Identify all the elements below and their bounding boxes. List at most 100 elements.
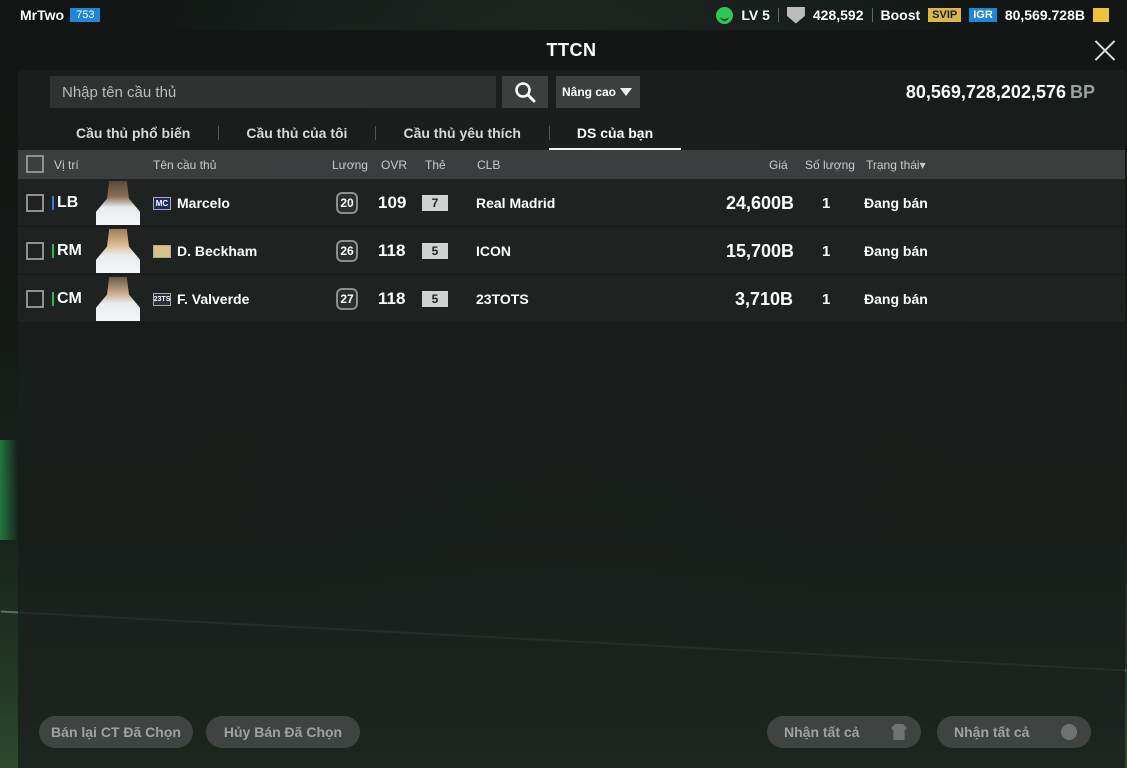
salary-badge: 26 — [336, 240, 358, 262]
position-color-bar — [52, 196, 54, 210]
svip-badge: SVIP — [928, 8, 962, 22]
salary-cell: 27 — [336, 275, 358, 323]
advanced-dropdown[interactable]: Nâng cao — [556, 76, 640, 108]
season-icon: MC — [153, 196, 171, 210]
tab-your-list[interactable]: DS của bạn — [548, 118, 682, 150]
salary-cell: 20 — [336, 179, 358, 227]
position-cell: CM — [52, 275, 82, 323]
season-icon: 23TS — [153, 292, 171, 306]
search-button[interactable] — [502, 76, 548, 108]
card-cell: 7 — [422, 179, 448, 227]
receive-all-label: Nhận tất cả — [784, 724, 860, 740]
status: Đang bán — [864, 195, 928, 211]
club: Real Madrid — [476, 195, 556, 211]
salary-cell: 26 — [336, 227, 358, 275]
position-cell: RM — [52, 227, 82, 275]
price: 15,700B — [726, 240, 795, 261]
position: CM — [57, 290, 82, 307]
tab-favorites[interactable]: Cầu thủ yêu thích — [375, 118, 548, 148]
header-card[interactable]: Thẻ — [425, 158, 446, 172]
header-position[interactable]: Vị trí — [54, 158, 79, 172]
header-status[interactable]: Trạng thái▾ — [866, 158, 926, 172]
table-row[interactable]: RM D. Beckham 26 118 5 ICON 15,700B 1 Đa… — [18, 227, 1125, 275]
position-cell: LB — [52, 179, 78, 227]
panel-title: TTCN — [546, 39, 597, 60]
divider — [871, 8, 873, 22]
player-avatar — [96, 229, 140, 273]
boost-label[interactable]: Boost — [881, 7, 921, 23]
search-input[interactable] — [50, 76, 496, 108]
cancel-selected-button[interactable]: Hủy Bán Đã Chọn — [206, 716, 360, 748]
row-checkbox[interactable] — [26, 290, 44, 308]
position-color-bar — [52, 292, 54, 306]
user-badge: 753 — [70, 8, 101, 22]
header-club[interactable]: CLB — [477, 158, 500, 172]
shirt-icon — [891, 724, 907, 740]
player-name: Marcelo — [177, 195, 230, 211]
header-name[interactable]: Tên cầu thủ — [153, 158, 216, 172]
bp-coin-icon — [1061, 724, 1077, 740]
team-value-icon — [786, 6, 805, 24]
name-cell: 23TS F. Valverde — [153, 275, 249, 323]
smiley-icon — [716, 6, 734, 24]
tab-popular[interactable]: Cầu thủ phổ biến — [48, 118, 218, 148]
close-icon[interactable] — [1093, 38, 1117, 62]
search-row: Nâng cao 80,569,728,202,576BP — [50, 76, 1113, 108]
table-header: Vị trí Tên cầu thủ Lương OVR Thẻ CLB Giá… — [18, 150, 1125, 179]
tab-bar: Cầu thủ phổ biến Cầu thủ của tôi Cầu thủ… — [48, 118, 682, 150]
search-icon — [515, 82, 536, 103]
quantity: 1 — [822, 194, 831, 212]
ovr: 109 — [378, 193, 407, 212]
season-icon — [153, 244, 171, 258]
upgrade-level: 7 — [422, 195, 448, 211]
divider — [777, 8, 779, 22]
position: LB — [57, 194, 79, 211]
tab-my-players[interactable]: Cầu thủ của tôi — [218, 118, 375, 148]
row-checkbox[interactable] — [26, 242, 44, 260]
header-salary[interactable]: Lương — [332, 158, 368, 172]
balance-value: 80,569,728,202,576 — [905, 81, 1066, 102]
card-cell: 5 — [422, 227, 448, 275]
listing-table: LB MC Marcelo 20 109 7 Real Madrid 24,60… — [18, 179, 1125, 323]
receive-all-players-button[interactable]: Nhận tất cả — [767, 716, 921, 748]
club: 23TOTS — [476, 291, 529, 307]
receive-all-bp-button[interactable]: Nhận tất cả — [937, 716, 1091, 748]
team-value: 428,592 — [812, 7, 864, 23]
ovr: 118 — [378, 241, 406, 260]
salary-badge: 20 — [336, 192, 358, 214]
price: 24,600B — [726, 192, 795, 213]
position: RM — [57, 242, 82, 259]
upgrade-level: 5 — [422, 243, 448, 259]
upgrade-level: 5 — [422, 291, 448, 307]
side-glow — [0, 440, 18, 540]
player-avatar — [96, 181, 140, 225]
status: Đang bán — [864, 243, 928, 259]
table-row[interactable]: CM 23TS F. Valverde 27 118 5 23TOTS 3,71… — [18, 275, 1125, 323]
status: Đang bán — [864, 291, 928, 307]
status-info: LV 5 428,592 Boost SVIP IGR 80,569.728B — [716, 6, 1109, 24]
advanced-label: Nâng cao — [562, 85, 617, 99]
resell-selected-button[interactable]: Bán lại CT Đã Chọn — [39, 716, 193, 748]
name-cell: MC Marcelo — [153, 179, 230, 227]
select-all-checkbox[interactable] — [26, 155, 44, 173]
player-name: F. Valverde — [177, 291, 250, 307]
user-info: MrTwo 753 — [20, 7, 101, 23]
header-ovr[interactable]: OVR — [381, 158, 407, 172]
username: MrTwo — [20, 7, 65, 23]
balance-unit: BP — [1069, 81, 1095, 102]
row-checkbox[interactable] — [26, 194, 44, 212]
name-cell: D. Beckham — [153, 227, 257, 275]
quantity: 1 — [822, 242, 831, 260]
table-row[interactable]: LB MC Marcelo 20 109 7 Real Madrid 24,60… — [18, 179, 1125, 227]
top-bar: MrTwo 753 LV 5 428,592 Boost SVIP IGR 80… — [0, 0, 1127, 30]
cancel-label: Hủy Bán Đã Chọn — [223, 724, 343, 740]
club: ICON — [476, 243, 511, 259]
header-quantity[interactable]: Số lượng — [805, 158, 855, 172]
ovr: 118 — [378, 289, 406, 308]
price: 3,710B — [735, 288, 794, 309]
quantity: 1 — [822, 290, 831, 308]
header-price[interactable]: Giá — [769, 158, 788, 172]
transfer-market-panel: TTCN Nâng cao 80,569,728,202,576BP Cầu t… — [18, 30, 1125, 768]
bp-balance: 80,569,728,202,576 BP — [906, 82, 1113, 103]
position-color-bar — [52, 244, 54, 258]
